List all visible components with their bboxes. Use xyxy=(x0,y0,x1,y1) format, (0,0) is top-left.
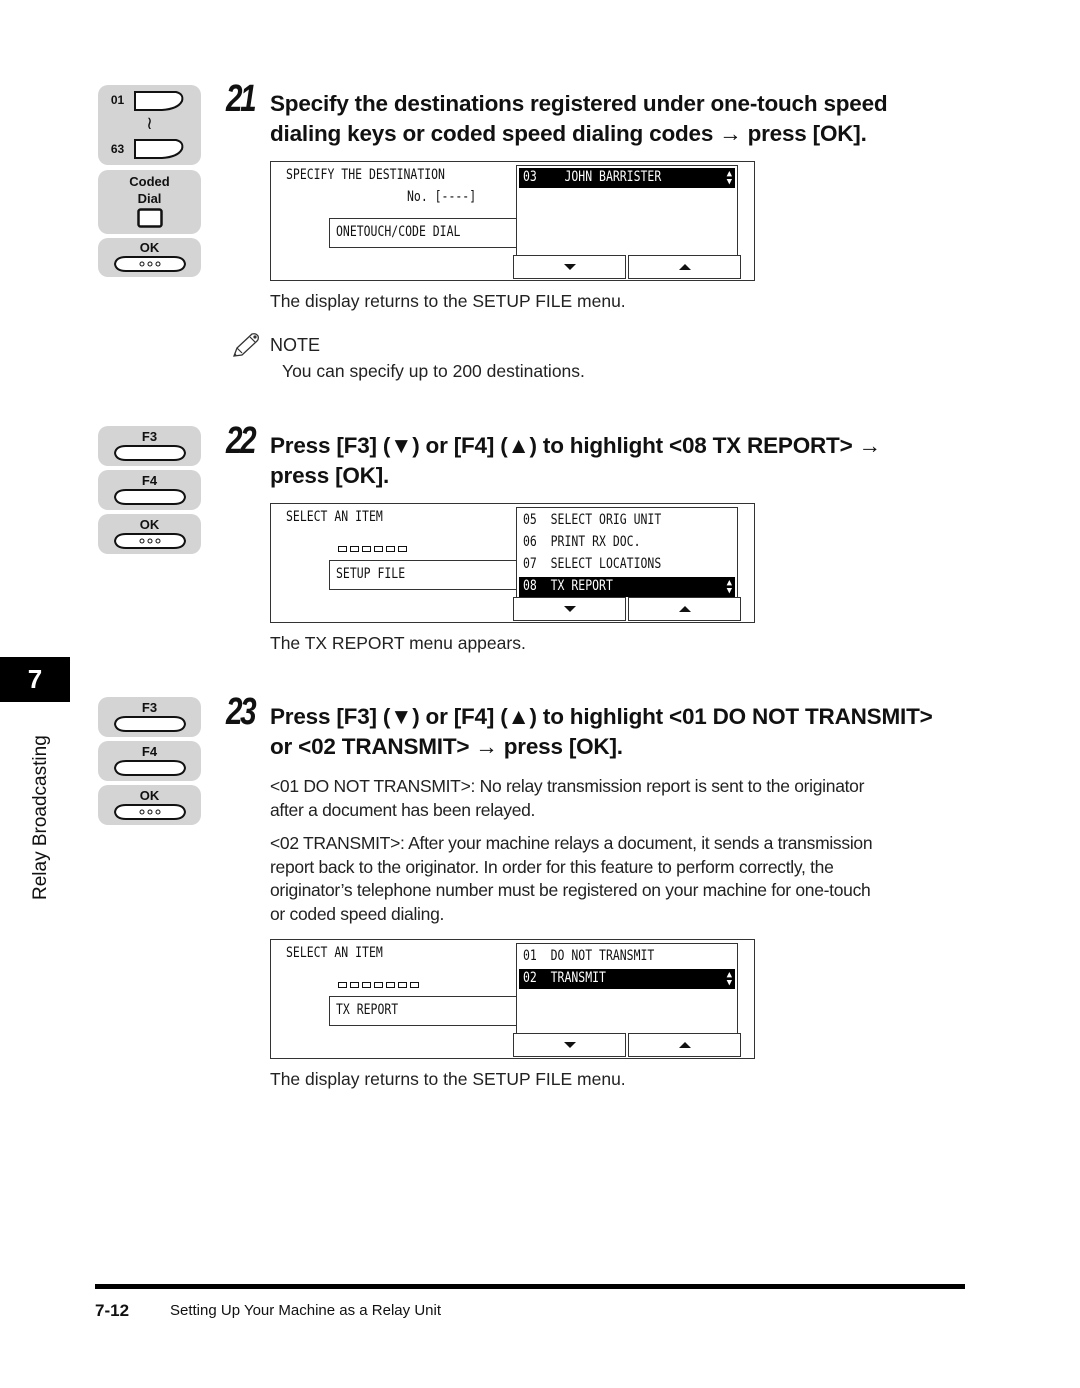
lcd-heading: SPECIFY THE DESTINATION xyxy=(286,167,445,183)
scroll-updown-icon: ▲ ▼ xyxy=(726,169,732,187)
lcd-main-box-label: ONETOUCH/CODE DIAL xyxy=(336,224,461,240)
f3-key-icon xyxy=(113,716,187,732)
range-symbol: ≀ xyxy=(146,113,153,133)
step-number: 22 xyxy=(226,420,257,462)
step-title: Press [F3] (▼) or [F4] (▲) to highlight … xyxy=(270,433,881,488)
lcd-heading: SELECT AN ITEM xyxy=(286,509,383,525)
lcd-screen: SELECT AN ITEM TX REPORT 01 DO NOT TRANS… xyxy=(270,939,755,1059)
lcd-up-button[interactable] xyxy=(628,1033,741,1057)
lcd-list-item[interactable]: 06 PRINT RX DOC. xyxy=(519,533,735,553)
scroll-updown-icon: ▲ ▼ xyxy=(726,970,732,988)
f3-key-label: F3 xyxy=(141,700,158,715)
footer-section-title: Setting Up Your Machine as a Relay Unit xyxy=(170,1302,441,1319)
step-number: 21 xyxy=(226,78,257,120)
onetouch-key-icon xyxy=(134,139,184,159)
page-number: 7-12 xyxy=(95,1301,130,1320)
lcd-input-dots xyxy=(338,982,419,988)
chapter-title: Relay Broadcasting xyxy=(30,735,51,900)
lcd-list-item[interactable]: 02 TRANSMIT ▲ ▼ xyxy=(519,969,735,989)
f4-key-icon xyxy=(113,489,187,505)
lcd-down-button[interactable] xyxy=(513,1033,626,1057)
step-title: Specify the destinations registered unde… xyxy=(270,91,888,146)
footer-rule xyxy=(95,1284,965,1289)
lcd-list-item[interactable]: 03 JOHN BARRISTER ▲ ▼ xyxy=(519,168,735,188)
f4-key-panel: F4 xyxy=(98,741,201,781)
ok-key-icon xyxy=(113,256,187,272)
lcd-list-item[interactable]: 01 DO NOT TRANSMIT xyxy=(519,947,735,967)
pencil-note-icon xyxy=(233,333,259,357)
down-arrow-icon xyxy=(563,1042,576,1048)
coded-dial-key-panel: Coded Dial xyxy=(98,170,201,234)
up-arrow-icon xyxy=(678,1042,691,1048)
ok-key-label: OK xyxy=(139,240,160,255)
lcd-heading: SELECT AN ITEM xyxy=(286,945,383,961)
ok-key-label: OK xyxy=(139,788,160,803)
coded-dial-label: Dial xyxy=(137,191,162,206)
up-arrow-icon xyxy=(678,606,691,612)
f3-key-panel: F3 xyxy=(98,426,201,466)
lcd-main-box-label: TX REPORT xyxy=(336,1002,399,1018)
note-label: NOTE xyxy=(270,335,321,355)
step-title: Press [F3] (▼) or [F4] (▲) to highlight … xyxy=(270,704,933,759)
ok-key-icon xyxy=(113,804,187,820)
ok-key-icon xyxy=(113,533,187,549)
lcd-list: 03 JOHN BARRISTER ▲ ▼ xyxy=(516,165,738,257)
lcd-main-box-label: SETUP FILE xyxy=(336,566,406,582)
lcd-list-item[interactable]: 05 SELECT ORIG UNIT xyxy=(519,511,735,531)
f4-key-icon xyxy=(113,760,187,776)
lcd-list-item[interactable]: 07 SELECT LOCATIONS xyxy=(519,555,735,575)
f3-key-label: F3 xyxy=(141,429,158,444)
onetouch-key-icon xyxy=(134,91,184,111)
ok-key-panel: OK xyxy=(98,785,201,825)
lcd-subline: No. [----] xyxy=(407,189,477,205)
lcd-main-box: TX REPORT xyxy=(329,996,519,1026)
note-text: You can specify up to 200 destinations. xyxy=(282,361,585,381)
lcd-list: 01 DO NOT TRANSMIT 02 TRANSMIT ▲ ▼ xyxy=(516,943,738,1035)
lcd-main-box: ONETOUCH/CODE DIAL xyxy=(329,218,519,248)
step-number: 23 xyxy=(226,691,257,733)
lcd-screen: SPECIFY THE DESTINATION No. [----] ONETO… xyxy=(270,161,755,281)
up-arrow-icon xyxy=(678,264,691,270)
down-arrow-icon xyxy=(563,264,576,270)
coded-dial-label: Coded xyxy=(129,174,170,189)
step-result: The TX REPORT menu appears. xyxy=(270,633,526,653)
lcd-list-item[interactable]: 08 TX REPORT ▲ ▼ xyxy=(519,577,735,597)
lcd-main-box: SETUP FILE xyxy=(329,560,519,590)
lcd-down-button[interactable] xyxy=(513,255,626,279)
step-result: The display returns to the SETUP FILE me… xyxy=(270,291,626,311)
lcd-screen: SELECT AN ITEM SETUP FILE 05 SELECT ORIG… xyxy=(270,503,755,623)
f4-key-label: F4 xyxy=(141,473,158,488)
lcd-input-dots xyxy=(338,546,407,552)
down-arrow-icon xyxy=(563,606,576,612)
lcd-up-button[interactable] xyxy=(628,597,741,621)
option-description: <01 DO NOT TRANSMIT>: No relay transmiss… xyxy=(270,776,865,820)
ok-key-panel: OK xyxy=(98,238,201,277)
f4-key-label: F4 xyxy=(141,744,158,759)
f3-key-icon xyxy=(113,445,187,461)
scroll-updown-icon: ▲ ▼ xyxy=(726,578,732,596)
f3-key-panel: F3 xyxy=(98,697,201,737)
coded-dial-key-icon xyxy=(137,208,163,228)
onetouch-keys-panel: 01 ≀ 63 xyxy=(98,85,201,165)
step-result: The display returns to the SETUP FILE me… xyxy=(270,1069,626,1089)
ok-key-panel: OK xyxy=(98,514,201,554)
ok-key-label: OK xyxy=(139,517,160,532)
chapter-tab: 7 xyxy=(0,657,70,702)
lcd-down-button[interactable] xyxy=(513,597,626,621)
lcd-up-button[interactable] xyxy=(628,255,741,279)
lcd-list: 05 SELECT ORIG UNIT 06 PRINT RX DOC. 07 … xyxy=(516,507,738,599)
option-description: <02 TRANSMIT>: After your machine relays… xyxy=(270,833,873,924)
f4-key-panel: F4 xyxy=(98,470,201,510)
